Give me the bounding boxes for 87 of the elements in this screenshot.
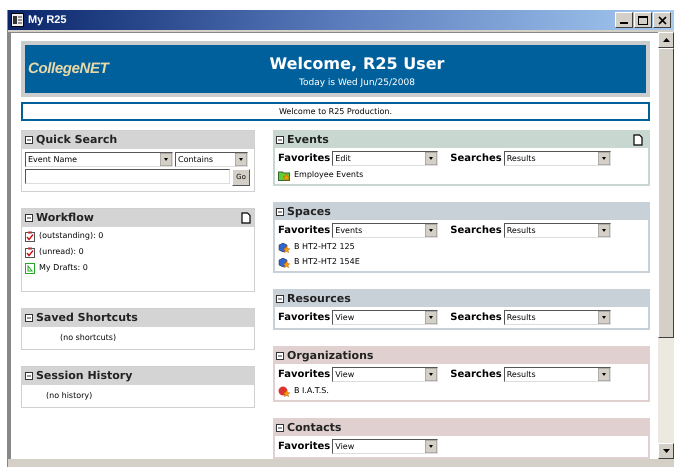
collapse-icon[interactable]: [25, 372, 33, 380]
window-title: My R25: [28, 12, 68, 28]
workflow-link[interactable]: (outstanding): 0: [39, 230, 104, 242]
user-name: R25 User: [363, 52, 444, 75]
searches-select[interactable]: Results: [504, 310, 611, 325]
collapse-icon[interactable]: [276, 208, 284, 216]
collapse-icon[interactable]: [25, 314, 33, 322]
panel-title: Resources: [287, 290, 352, 307]
minimize-icon: [620, 22, 628, 24]
dropdown-arrow-icon[interactable]: [425, 152, 438, 165]
favorites-label: Favorites: [278, 311, 330, 325]
searches-select[interactable]: Results: [504, 151, 611, 166]
favorites-select[interactable]: Edit: [332, 151, 438, 166]
date-text: Today is Wed Jun/25/2008: [299, 76, 415, 90]
dropdown-arrow-icon[interactable]: [598, 152, 610, 165]
favorites-label: Favorites: [278, 368, 330, 382]
maximize-button[interactable]: [634, 12, 652, 28]
minimize-button[interactable]: [615, 12, 633, 28]
panel-title: Contacts: [287, 420, 342, 436]
favorites-select[interactable]: View: [332, 310, 438, 325]
searches-select[interactable]: Results: [504, 367, 611, 382]
favorites-select[interactable]: Events: [332, 223, 438, 238]
scroll-up-button[interactable]: [658, 32, 674, 48]
favorite-link[interactable]: Employee Events: [294, 169, 364, 181]
message-bar: Welcome to R25 Production.: [21, 102, 650, 121]
group-star-icon: [278, 386, 291, 396]
close-icon: [658, 16, 666, 24]
favorite-link[interactable]: B I.A.T.S.: [294, 385, 329, 397]
favorite-link[interactable]: B HT2-HT2 125: [294, 241, 355, 253]
clipboard-check-icon: [25, 230, 35, 242]
dropdown-arrow-icon[interactable]: [425, 224, 438, 237]
dropdown-arrow-icon[interactable]: [598, 311, 610, 324]
logo: CollegeNET: [28, 58, 111, 79]
panel-title: Workflow: [36, 210, 95, 226]
collapse-icon[interactable]: [276, 352, 284, 360]
panel-title: Organizations: [287, 348, 374, 364]
collapse-icon[interactable]: [276, 136, 284, 144]
panel-title: Events: [287, 132, 330, 148]
searches-label: Searches: [450, 311, 502, 325]
searches-label: Searches: [450, 152, 502, 166]
operator-select[interactable]: Contains: [175, 152, 248, 167]
favorites-label: Favorites: [278, 440, 330, 454]
workflow-link[interactable]: My Drafts: 0: [39, 262, 88, 274]
dropdown-arrow-icon[interactable]: [425, 440, 438, 453]
up-arrow-icon: [662, 38, 670, 42]
field-select[interactable]: Event Name: [25, 152, 173, 167]
scrollbar[interactable]: [658, 32, 674, 459]
collapse-icon[interactable]: [25, 214, 33, 222]
scroll-down-button[interactable]: [658, 443, 674, 459]
new-page-icon[interactable]: [633, 134, 643, 146]
folder-star-icon: [278, 170, 291, 180]
dropdown-arrow-icon[interactable]: [425, 311, 438, 324]
empty-text: (no shortcuts): [60, 332, 116, 344]
collapse-icon[interactable]: [276, 295, 284, 303]
favorite-link[interactable]: B HT2-HT2 154E: [294, 256, 360, 268]
welcome-text: Welcome,: [270, 52, 358, 75]
searches-label: Searches: [450, 368, 502, 382]
scroll-thumb[interactable]: [658, 48, 674, 338]
dropdown-arrow-icon[interactable]: [598, 368, 610, 381]
cube-star-icon: [278, 242, 291, 252]
favorites-select[interactable]: View: [332, 367, 438, 382]
dropdown-arrow-icon[interactable]: [160, 153, 172, 166]
search-field[interactable]: [25, 169, 230, 184]
clipboard-check-icon: [25, 246, 35, 258]
favorites-select[interactable]: View: [332, 439, 438, 454]
favorites-label: Favorites: [278, 152, 330, 166]
close-button[interactable]: [653, 12, 671, 28]
collapse-icon[interactable]: [276, 424, 284, 432]
panel-title: Session History: [36, 368, 134, 384]
dropdown-arrow-icon[interactable]: [598, 224, 610, 237]
cube-star-icon: [278, 256, 291, 268]
panel-title: Spaces: [287, 204, 332, 220]
down-arrow-icon: [662, 449, 670, 453]
favorites-label: Favorites: [278, 224, 330, 238]
new-page-icon[interactable]: [241, 212, 251, 224]
workflow-link[interactable]: (unread): 0: [39, 246, 84, 258]
searches-label: Searches: [450, 224, 502, 238]
dropdown-arrow-icon[interactable]: [425, 368, 438, 381]
panel-title: Quick Search: [36, 132, 118, 148]
panel-title: Saved Shortcuts: [36, 310, 139, 326]
draft-document-icon: [25, 262, 35, 274]
empty-text: (no history): [46, 390, 92, 402]
collapse-icon[interactable]: [25, 136, 33, 144]
maximize-icon: [638, 16, 648, 24]
searches-select[interactable]: Results: [504, 223, 611, 238]
app-icon: [11, 13, 24, 27]
dropdown-arrow-icon[interactable]: [235, 153, 247, 166]
